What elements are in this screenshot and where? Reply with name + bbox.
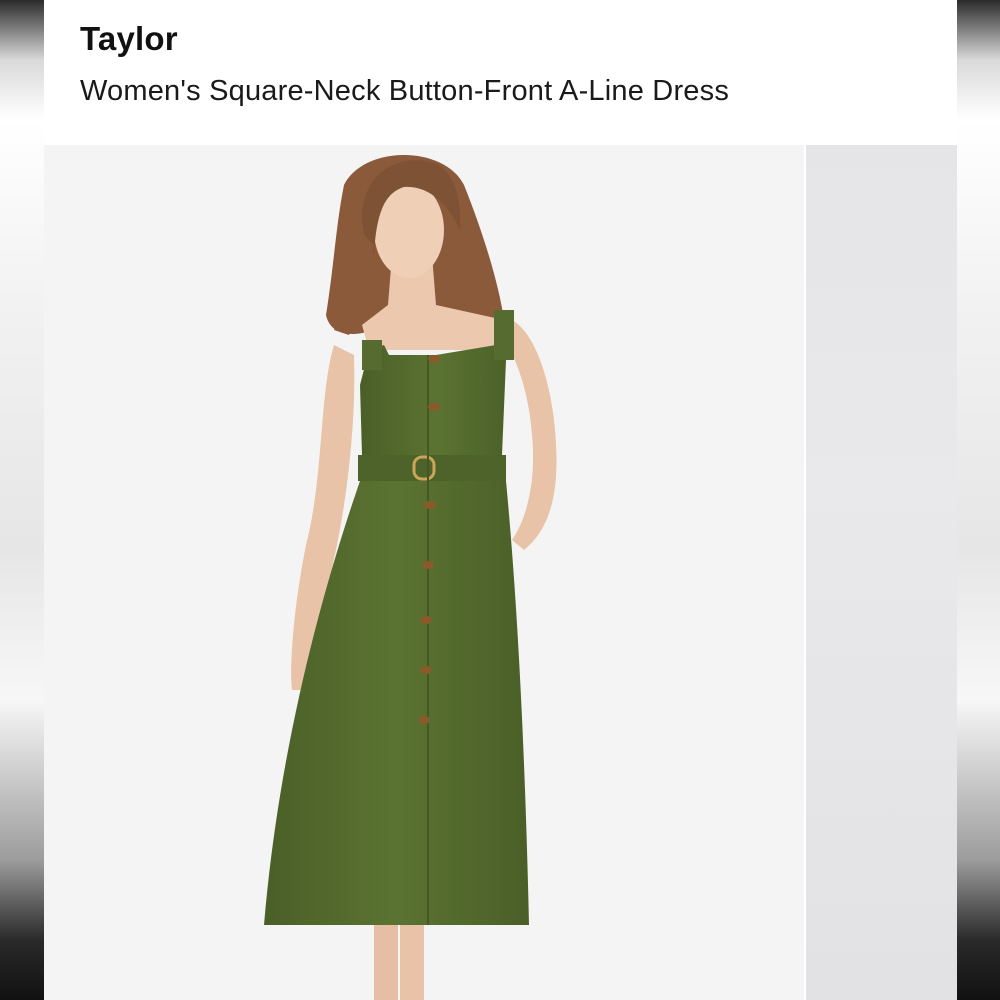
- product-screen: Taylor Women's Square-Neck Button-Front …: [44, 0, 957, 1000]
- product-title: Women's Square-Neck Button-Front A-Line …: [80, 75, 730, 107]
- image-gallery[interactable]: [44, 145, 957, 1000]
- backdrop-right: [957, 0, 1000, 1000]
- product-header: Taylor Women's Square-Neck Button-Front …: [44, 0, 957, 145]
- product-photo-main[interactable]: [44, 145, 804, 1000]
- model-illustration: [264, 155, 557, 1000]
- brand-name[interactable]: Taylor: [80, 20, 178, 58]
- backdrop-left: [0, 0, 44, 1000]
- product-photo-next[interactable]: [806, 145, 957, 1000]
